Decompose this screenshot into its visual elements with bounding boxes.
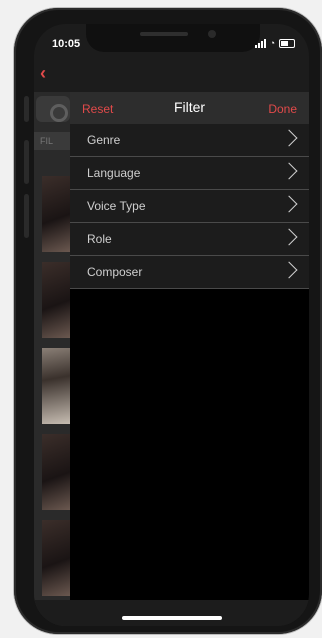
chevron-right-icon (280, 261, 298, 279)
chevron-right-icon (280, 162, 298, 180)
done-button[interactable]: Done (268, 102, 297, 116)
signal-icon (254, 38, 266, 48)
mute-switch (24, 96, 29, 122)
chevron-right-icon (280, 195, 298, 213)
filter-row-role[interactable]: Role (70, 223, 309, 256)
filter-row-label: Composer (87, 265, 143, 279)
volume-up-button (24, 140, 29, 184)
home-bar-area (34, 600, 309, 626)
back-chevron-icon[interactable]: ‹ (40, 64, 52, 82)
home-indicator[interactable] (122, 616, 222, 620)
battery-icon (279, 38, 295, 48)
background-search-field (36, 96, 70, 122)
app-screen: 10:05 ◔ ‹ FIL Reset Filter Done Genre La… (34, 24, 309, 626)
chevron-right-icon (280, 129, 298, 147)
volume-down-button (24, 194, 29, 238)
filter-row-voice-type[interactable]: Voice Type (70, 190, 309, 223)
camera-icon (208, 30, 216, 38)
filter-sheet: Reset Filter Done Genre Language Voice T… (70, 92, 309, 600)
filter-row-label: Role (87, 232, 112, 246)
filter-row-language[interactable]: Language (70, 157, 309, 190)
filter-row-composer[interactable]: Composer (70, 256, 309, 289)
chevron-right-icon (280, 228, 298, 246)
background-filter-label: FIL (34, 132, 72, 150)
status-time: 10:05 (52, 38, 81, 50)
filter-row-genre[interactable]: Genre (70, 124, 309, 157)
status-icons: ◔ (254, 38, 295, 48)
filter-row-label: Voice Type (87, 199, 146, 213)
filter-row-label: Language (87, 166, 141, 180)
speaker-grille (140, 32, 188, 36)
notch (86, 24, 260, 52)
wifi-icon: ◔ (269, 38, 275, 48)
filter-header: Reset Filter Done (70, 92, 309, 124)
search-icon (50, 104, 68, 122)
filter-row-label: Genre (87, 133, 121, 147)
background-list: FIL (34, 92, 74, 626)
filter-options-list: Genre Language Voice Type Role Composer (70, 124, 309, 289)
